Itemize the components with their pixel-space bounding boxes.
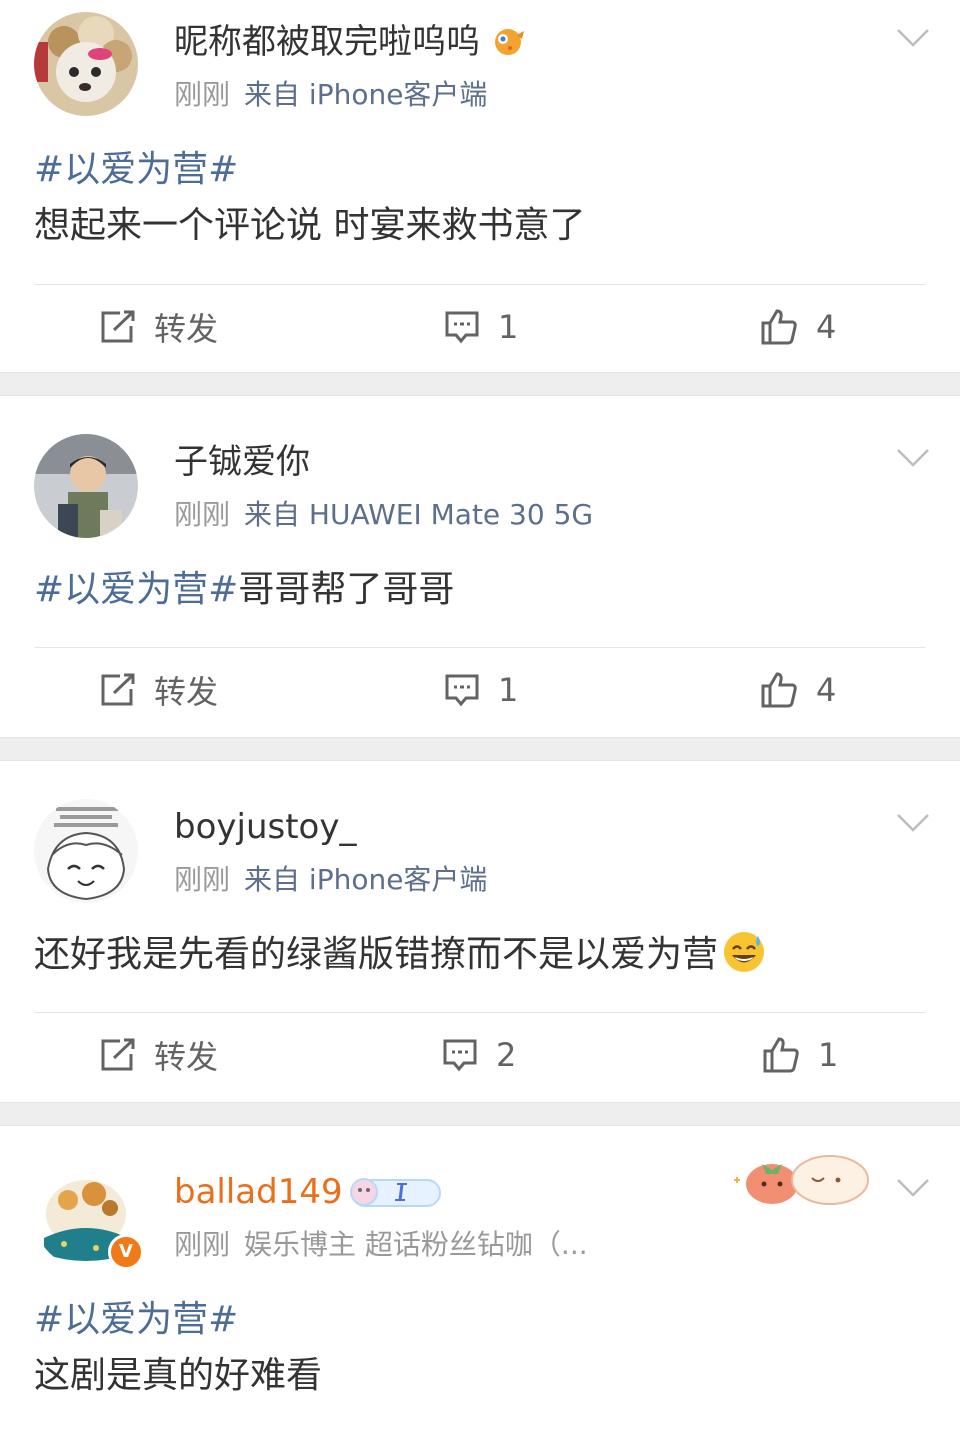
post-time: 刚刚 xyxy=(174,498,231,531)
share-icon xyxy=(101,673,135,706)
post-time: 刚刚 xyxy=(174,863,231,896)
divider xyxy=(34,284,926,285)
like-icon xyxy=(763,1037,799,1073)
post-text: 这剧是真的好难看 xyxy=(34,1355,323,1396)
post-separator xyxy=(0,1102,960,1126)
like-button[interactable]: 1 xyxy=(762,1033,838,1077)
post-separator xyxy=(0,737,960,761)
user-avatar[interactable] xyxy=(34,434,138,538)
post-meta: 刚刚 来自 iPhone客户端 xyxy=(174,76,487,114)
post-text: 哥哥帮了哥哥 xyxy=(238,569,455,610)
post-source[interactable]: 来自 HUAWEI Mate 30 5G xyxy=(244,498,593,531)
chevron-down-icon[interactable] xyxy=(896,813,930,833)
comment-icon xyxy=(445,311,479,344)
topic-link[interactable]: #以爱为营# xyxy=(34,1292,926,1348)
repost-button[interactable]: 转发 xyxy=(100,668,218,712)
post-separator xyxy=(0,372,960,396)
user-nickname[interactable]: 昵称都被取完啦呜呜 xyxy=(174,20,526,64)
divider xyxy=(34,1012,926,1013)
user-nickname[interactable]: 子铖爱你 xyxy=(174,440,310,484)
like-count: 4 xyxy=(816,308,837,346)
comment-button[interactable]: 1 xyxy=(444,668,518,712)
verified-badge: V xyxy=(108,1234,144,1270)
like-button[interactable]: 4 xyxy=(760,668,836,712)
user-avatar[interactable] xyxy=(34,12,138,116)
topic-link[interactable]: #以爱为营# xyxy=(34,569,238,610)
share-icon xyxy=(101,1038,135,1071)
comment-count: 2 xyxy=(496,1036,517,1074)
post-meta: 刚刚 娱乐博主 超话粉丝钻咖（... xyxy=(174,1226,588,1264)
post-source[interactable]: 来自 iPhone客户端 xyxy=(244,863,487,896)
repost-label: 转发 xyxy=(154,310,219,348)
post-time: 刚刚 xyxy=(174,1228,231,1261)
divider xyxy=(34,647,926,648)
weibo-feed: 昵称都被取完啦呜呜 刚刚 来自 iPhone客户端 #以爱为营# 想起来一个评论说… xyxy=(0,0,960,1432)
post-card: V ballad149 刚刚 娱乐博主 超话粉丝钻咖（... #以爱为营# 这剧… xyxy=(0,1126,960,1432)
post-text: 还好我是先看的绿酱版错撩而不是以爱为营 xyxy=(34,934,719,975)
repost-button[interactable]: 转发 xyxy=(100,305,218,349)
post-content[interactable]: #以爱为营# 想起来一个评论说 时宴来救书意了 xyxy=(34,142,926,254)
post-card: 昵称都被取完啦呜呜 刚刚 来自 iPhone客户端 #以爱为营# 想起来一个评论说… xyxy=(0,0,960,372)
post-card: 子铖爱你 刚刚 来自 HUAWEI Mate 30 5G #以爱为营#哥哥帮了哥哥… xyxy=(0,396,960,737)
user-avatar[interactable] xyxy=(34,799,138,903)
user-nickname[interactable]: ballad149 xyxy=(174,1170,343,1214)
comment-button[interactable]: 1 xyxy=(444,305,518,349)
post-content[interactable]: #以爱为营# 这剧是真的好难看 xyxy=(34,1292,926,1404)
user-description: 娱乐博主 超话粉丝钻咖（... xyxy=(244,1228,588,1261)
post-card: boyjustoy_ 刚刚 来自 iPhone客户端 还好我是先看的绿酱版错撩而不… xyxy=(0,761,960,1102)
post-text: 想起来一个评论说 时宴来救书意了 xyxy=(34,205,586,246)
comment-count: 1 xyxy=(498,308,519,346)
user-nickname[interactable]: boyjustoy_ xyxy=(174,805,356,849)
post-content[interactable]: 还好我是先看的绿酱版错撩而不是以爱为营 xyxy=(34,927,926,983)
chevron-down-icon[interactable] xyxy=(896,448,930,468)
comment-count: 1 xyxy=(498,671,519,709)
post-time: 刚刚 xyxy=(174,78,231,111)
post-content[interactable]: #以爱为营#哥哥帮了哥哥 xyxy=(34,562,926,618)
share-icon xyxy=(101,310,135,343)
fan-badge-icon[interactable] xyxy=(348,1174,442,1210)
comment-icon xyxy=(443,1039,477,1072)
like-count: 4 xyxy=(816,671,837,709)
post-source[interactable]: 来自 iPhone客户端 xyxy=(244,78,487,111)
comment-button[interactable]: 2 xyxy=(442,1033,516,1077)
chevron-down-icon[interactable] xyxy=(896,28,930,48)
topic-link[interactable]: #以爱为营# xyxy=(34,142,926,198)
card-decoration-icon xyxy=(734,1155,869,1205)
like-button[interactable]: 4 xyxy=(760,305,836,349)
comment-icon xyxy=(445,674,479,707)
repost-button[interactable]: 转发 xyxy=(100,1033,218,1077)
like-icon xyxy=(761,309,797,345)
like-icon xyxy=(761,672,797,708)
sweat-smile-emoji-icon xyxy=(724,932,765,972)
chevron-down-icon[interactable] xyxy=(896,1178,930,1198)
post-meta: 刚刚 来自 iPhone客户端 xyxy=(174,861,487,899)
post-meta: 刚刚 来自 HUAWEI Mate 30 5G xyxy=(174,496,593,534)
repost-label: 转发 xyxy=(154,1038,219,1076)
repost-label: 转发 xyxy=(154,673,219,711)
pufferfish-emoji-icon xyxy=(495,29,524,55)
like-count: 1 xyxy=(818,1036,839,1074)
